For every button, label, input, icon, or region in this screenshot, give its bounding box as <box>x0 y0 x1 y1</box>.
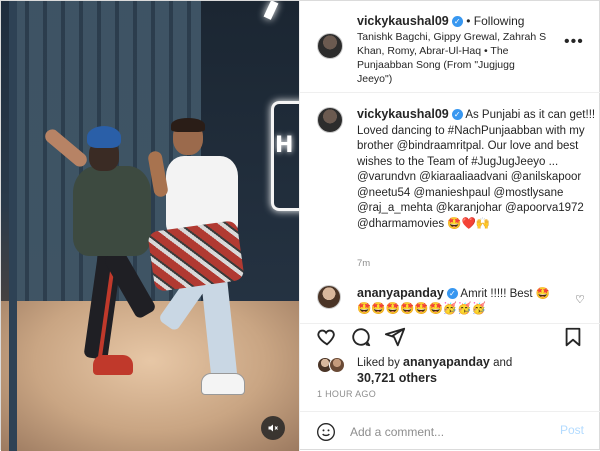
post-header: vickykaushal09 ✓ • Following Tanishk Bagc… <box>300 1 600 93</box>
person1-body <box>73 166 151 256</box>
post-media[interactable]: H <box>1 1 299 451</box>
person2-hair <box>171 118 205 132</box>
post-comment-button[interactable]: Post <box>560 423 584 437</box>
emoji-icon[interactable] <box>316 422 336 442</box>
comment-composer: Post <box>300 411 600 451</box>
avatar[interactable] <box>317 107 343 133</box>
username-link[interactable]: vickykaushal09 <box>357 14 449 28</box>
instagram-post-window: H vickykaushal09 ✓ • Following Tanishk B… <box>0 0 600 451</box>
action-bar <box>300 323 600 353</box>
liker-username[interactable]: ananyapanday <box>403 355 490 369</box>
neon-sign-text: H <box>275 133 294 158</box>
verified-badge-icon: ✓ <box>451 109 463 121</box>
following-button[interactable]: Following <box>474 14 525 28</box>
bookmark-icon[interactable] <box>562 326 584 348</box>
likes-summary: Liked by ananyapanday and 30,721 others <box>300 353 600 387</box>
verified-badge-icon: ✓ <box>451 16 463 28</box>
comment-body: Amrit !!!!! Best 🤩 <box>460 288 551 300</box>
comment-icon[interactable] <box>350 326 372 348</box>
caption-age: 7m <box>357 258 371 269</box>
post-caption: vickykaushal09 ✓ As Punjabi as it can get… <box>300 93 600 283</box>
liker-avatar <box>329 357 345 373</box>
person2-flannel <box>147 220 245 292</box>
caption-text: vickykaushal09 ✓ As Punjabi as it can get… <box>357 107 597 232</box>
caption-username[interactable]: vickykaushal09 <box>357 107 449 121</box>
comment-emojis: 🤩🤩🤩🤩🤩🤩🥳🥳🥳 <box>357 303 486 315</box>
likes-others-link[interactable]: 30,721 others <box>357 371 437 385</box>
verified-badge-icon: ✓ <box>446 288 458 300</box>
follow-separator: • <box>466 14 474 28</box>
floor <box>1 301 299 451</box>
pipe <box>9 1 17 451</box>
post-details-panel: vickykaushal09 ✓ • Following Tanishk Bagc… <box>299 1 600 451</box>
heart-icon[interactable] <box>316 326 338 348</box>
comment-text: ananyapanday ✓ Amrit !!!!! Best 🤩 🤩🤩🤩🤩🤩🤩🥳… <box>357 286 577 317</box>
more-options-icon[interactable]: ••• <box>564 33 584 51</box>
person2-shoe <box>201 373 245 395</box>
caption-body: As Punjabi as it can get!!! Loved dancin… <box>357 109 596 230</box>
person1-shoe <box>93 355 133 375</box>
likes-middle: and <box>489 357 513 369</box>
person1-turban <box>87 126 121 148</box>
comment-row: ananyapanday ✓ Amrit !!!!! Best 🤩 🤩🤩🤩🤩🤩🤩🥳… <box>300 283 600 323</box>
likes-prefix: Liked by <box>357 357 404 369</box>
likes-text: Liked by ananyapanday and 30,721 others <box>357 355 587 387</box>
comment-username[interactable]: ananyapanday <box>357 286 444 300</box>
comment-avatar[interactable] <box>317 285 341 309</box>
comment-input[interactable] <box>350 423 550 441</box>
header-user-line: vickykaushal09 ✓ • Following <box>357 14 524 28</box>
share-icon[interactable] <box>384 326 406 348</box>
audio-credit-link[interactable]: Tanishk Bagchi, Gippy Grewal, Zahrah S K… <box>357 30 547 86</box>
mute-icon[interactable] <box>261 416 285 440</box>
avatar[interactable] <box>317 33 343 59</box>
post-timestamp[interactable]: 1 HOUR AGO <box>317 389 376 399</box>
comment-like-heart-icon[interactable]: ♡ <box>575 293 585 306</box>
